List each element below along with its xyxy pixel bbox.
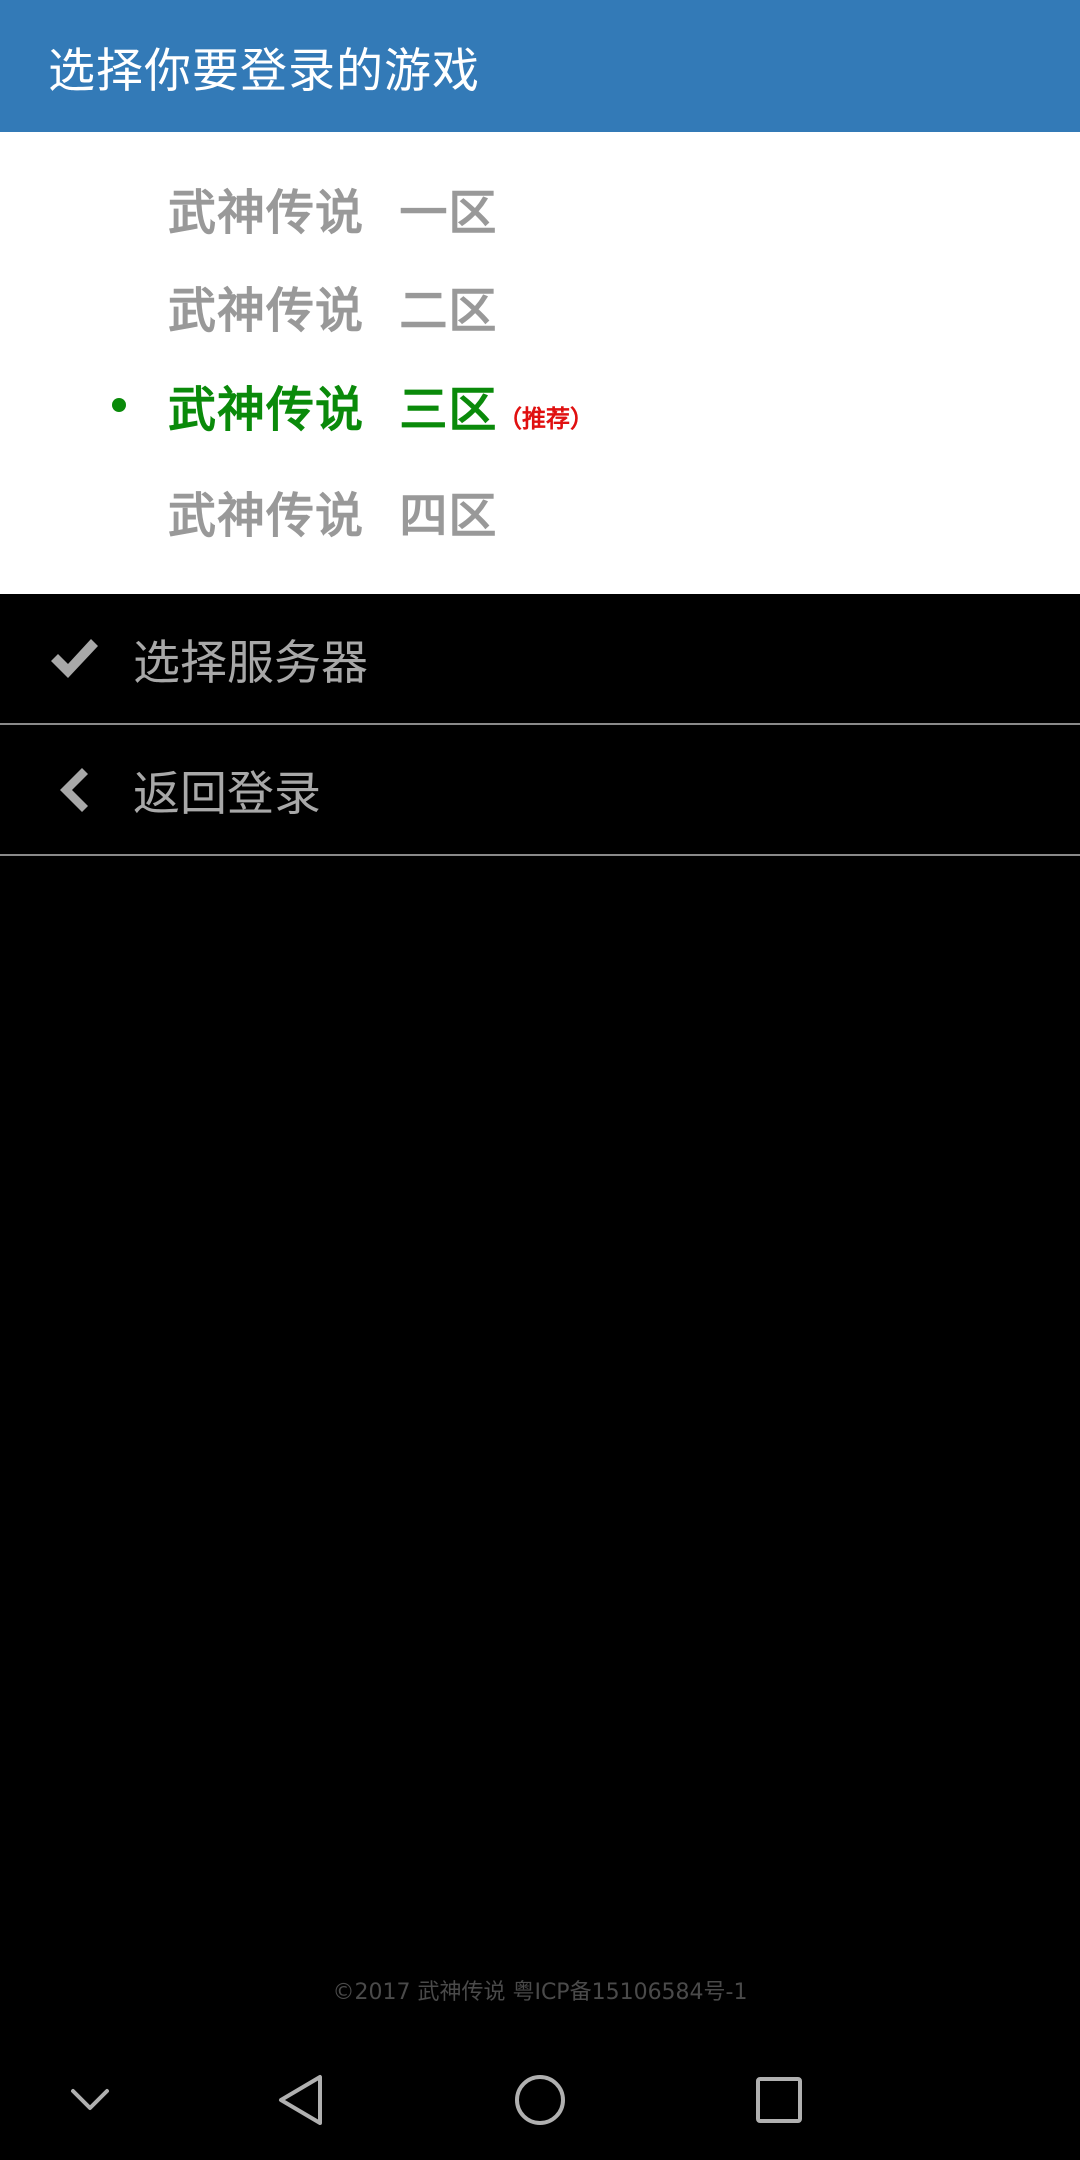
- server-name: 武神传说 二区: [168, 283, 498, 339]
- server-item-3[interactable]: 武神传说 三区 （推荐）: [0, 365, 1080, 445]
- chevron-left-icon: [60, 767, 88, 812]
- server-item-1[interactable]: 武神传说 一区: [0, 168, 1080, 248]
- title-bar: 选择你要登录的游戏: [0, 0, 1080, 132]
- game-login-screen: 选择你要登录的游戏 武神传说 一区 武神传说 二区 武神传说 三区 （推荐） 武…: [0, 0, 1080, 2160]
- recents-square-icon[interactable]: [755, 2076, 803, 2124]
- back-triangle-icon[interactable]: [276, 2073, 326, 2127]
- back-login-button[interactable]: 返回登录: [0, 725, 1080, 856]
- server-name: 武神传说 四区: [168, 488, 498, 544]
- select-server-label: 选择服务器: [133, 636, 368, 691]
- server-item-2[interactable]: 武神传说 二区: [0, 266, 1080, 346]
- chevron-down-icon[interactable]: [70, 2086, 110, 2114]
- selected-bullet-icon: [112, 398, 126, 412]
- checkmark-icon: [51, 638, 98, 678]
- server-list: 武神传说 一区 武神传说 二区 武神传说 三区 （推荐） 武神传说 四区: [0, 132, 1080, 594]
- android-nav-bar: [0, 2040, 1080, 2160]
- back-login-label: 返回登录: [133, 767, 321, 822]
- copyright-text: ©2017 武神传说 粤ICP备15106584号-1: [332, 1980, 748, 2005]
- server-name: 武神传说 一区: [168, 185, 498, 241]
- recommend-badge: （推荐）: [498, 405, 594, 433]
- page-title: 选择你要登录的游戏: [48, 43, 480, 99]
- server-name: 武神传说 三区: [168, 382, 498, 438]
- server-item-4[interactable]: 武神传说 四区: [0, 471, 1080, 551]
- home-circle-icon[interactable]: [513, 2073, 567, 2127]
- select-server-button[interactable]: 选择服务器: [0, 594, 1080, 725]
